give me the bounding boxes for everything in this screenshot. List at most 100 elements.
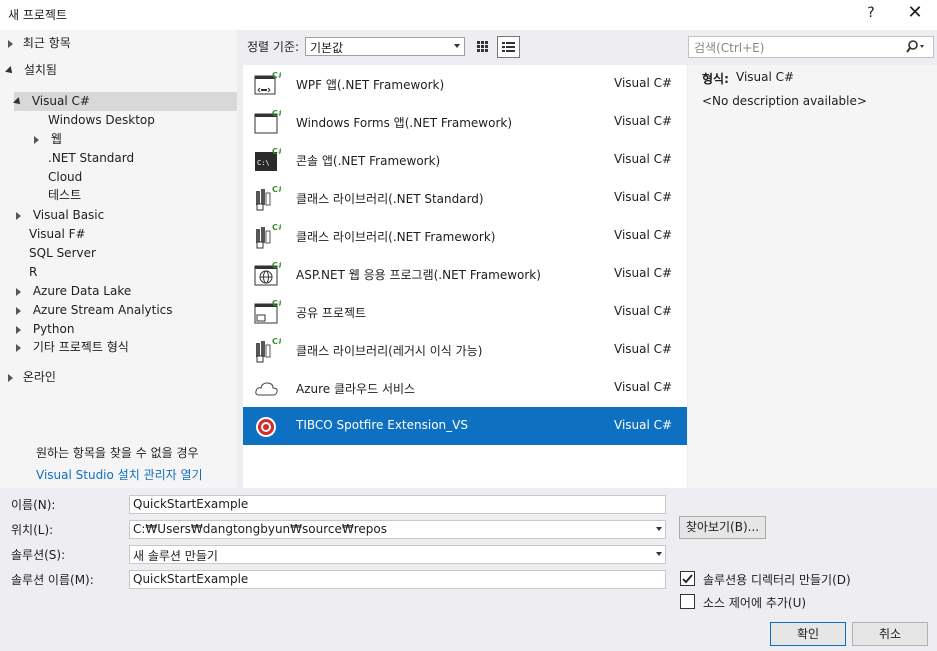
chevron-right-icon[interactable] [16,343,21,352]
tree-item-installed[interactable]: 설치됨 [5,61,57,80]
template-row[interactable]: Azure 클라우드 서비스 Visual C# [243,369,687,407]
template-row[interactable]: C# 클래스 라이브러리(레거시 이식 가능) Visual C# [243,331,687,369]
grid-view-button[interactable] [472,36,493,56]
winforms-icon: C# [253,109,285,135]
tree-item-label: 온라인 [22,370,56,384]
source-control-label: 소스 제어에 추가(U) [703,596,807,610]
template-row[interactable]: C# WPF 앱(.NET Framework) Visual C# [243,65,687,103]
chevron-right-icon[interactable] [16,306,21,315]
type-value: Visual C# [736,70,795,84]
template-row[interactable]: C# Windows Forms 앱(.NET Framework) Visual … [243,103,687,141]
template-name: 클래스 라이브러리(.NET Framework) [296,230,496,244]
solution-name-field[interactable]: QuickStartExample [129,570,666,589]
tree-item-label: Visual F# [29,227,86,241]
tree-item-label: Azure Data Lake [32,284,132,298]
description-text: <No description available> [702,94,867,108]
location-value: C:₩Users₩dangtongbyun₩source₩repos [133,522,387,536]
tree-item-recent[interactable]: 최근 항목 [8,34,71,53]
sort-value: 기본값 [310,41,344,55]
svg-text:C:\: C:\ [257,159,270,167]
svg-text:C#: C# [272,299,281,308]
open-installer-link[interactable]: Visual Studio 설치 관리자 열기 [36,466,203,483]
tree-item-visual-csharp[interactable]: Visual C# [13,92,237,111]
tree-item-label: 테스트 [48,188,82,202]
source-control-checkbox[interactable] [680,594,695,609]
class-library-icon: C# [253,223,285,249]
name-field[interactable]: QuickStartExample [129,495,666,514]
tree-item-windows-desktop[interactable]: Windows Desktop [48,111,155,130]
name-value: QuickStartExample [133,497,249,511]
template-row[interactable]: C# 클래스 라이브러리(.NET Standard) Visual C# [243,179,687,217]
tree-item-label: 최근 항목 [22,36,71,50]
tree-item-azure-data-lake[interactable]: Azure Data Lake [16,282,131,301]
checkmark-icon [682,574,693,584]
template-row[interactable]: C:\C# 콘솔 앱(.NET Framework) Visual C# [243,141,687,179]
template-language: Visual C# [614,342,673,356]
tree-item-test[interactable]: 테스트 [48,186,81,205]
template-name: ASP.NET 웹 응용 프로그램(.NET Framework) [296,268,541,282]
chevron-right-icon[interactable] [16,287,21,296]
chevron-right-icon[interactable] [8,373,13,382]
chevron-right-icon[interactable] [8,39,13,48]
svg-text:C#: C# [272,223,281,232]
search-input[interactable]: 검색(Ctrl+E) [694,39,764,56]
chevron-right-icon[interactable] [16,211,21,220]
close-button[interactable]: ✕ [904,2,926,23]
tree-item-sql-server[interactable]: SQL Server [29,244,96,263]
sort-label: 정렬 기준: [247,40,300,54]
chevron-down-icon[interactable] [656,527,662,531]
tree-item-visual-fsharp[interactable]: Visual F# [29,225,86,244]
list-view-button[interactable] [497,36,520,58]
sort-dropdown[interactable]: 기본값 [305,37,465,56]
browse-button[interactable]: 찾아보기(B)... [679,516,766,539]
tree-item-label: R [29,265,38,279]
tree-item-label: Azure Stream Analytics [32,303,173,317]
tree-item-r[interactable]: R [29,263,37,282]
template-language: Visual C# [614,76,673,90]
list-view-icon [502,42,515,52]
solution-label: 솔루션(S): [11,548,66,562]
template-language: Visual C# [614,304,673,318]
template-name: 콘솔 앱(.NET Framework) [296,154,441,168]
name-label: 이름(N): [11,498,56,512]
tree-item-label: 기타 프로젝트 형식 [32,340,129,354]
tree-item-net-standard[interactable]: .NET Standard [48,149,134,168]
svg-text:C#: C# [272,185,281,194]
template-language: Visual C# [614,380,673,394]
search-icon[interactable] [905,39,927,58]
tree-item-label: Visual Basic [32,208,105,222]
chevron-right-icon[interactable] [16,325,21,334]
template-language: Visual C# [614,228,673,242]
tree-item-visual-basic[interactable]: Visual Basic [16,206,104,225]
tree-item-azure-stream-analytics[interactable]: Azure Stream Analytics [16,301,173,320]
class-library-icon: C# [253,337,285,363]
ok-button[interactable]: 확인 [770,622,846,646]
tree-item-label: 웹 [50,132,62,146]
template-name: Azure 클라우드 서비스 [296,382,416,396]
globe-icon: C# [253,261,285,287]
location-field[interactable]: C:₩Users₩dangtongbyun₩source₩repos [129,520,666,539]
template-row[interactable]: TIBCO Spotfire Extension_VS Visual C# [243,407,687,445]
tree-item-online[interactable]: 온라인 [8,368,56,387]
help-button[interactable]: ? [862,5,880,21]
description-panel: 형식: Visual C# <No description available> [688,65,937,488]
tree-item-web[interactable]: 웹 [34,130,62,149]
cancel-button[interactable]: 취소 [852,622,928,646]
create-directory-label: 솔루션용 디렉터리 만들기(D) [703,573,851,587]
template-row[interactable]: C# ASP.NET 웹 응용 프로그램(.NET Framework) Visua… [243,255,687,293]
tree-item-other-types[interactable]: 기타 프로젝트 형식 [16,338,129,357]
create-directory-checkbox[interactable] [680,571,695,586]
tree-item-cloud[interactable]: Cloud [48,168,82,187]
chevron-down-icon[interactable] [13,96,23,107]
chevron-right-icon[interactable] [34,135,39,144]
template-name: 공유 프로젝트 [296,306,367,320]
tree-item-python[interactable]: Python [16,320,74,339]
search-box[interactable]: 검색(Ctrl+E) [688,36,934,58]
template-language: Visual C# [614,266,673,280]
solution-name-value: QuickStartExample [133,572,249,586]
svg-text:C#: C# [272,337,281,346]
solution-dropdown[interactable]: 새 솔루션 만들기 [129,545,666,564]
chevron-down-icon[interactable] [5,65,15,76]
template-row[interactable]: C# 공유 프로젝트 Visual C# [243,293,687,331]
template-row[interactable]: C# 클래스 라이브러리(.NET Framework) Visual C# [243,217,687,255]
